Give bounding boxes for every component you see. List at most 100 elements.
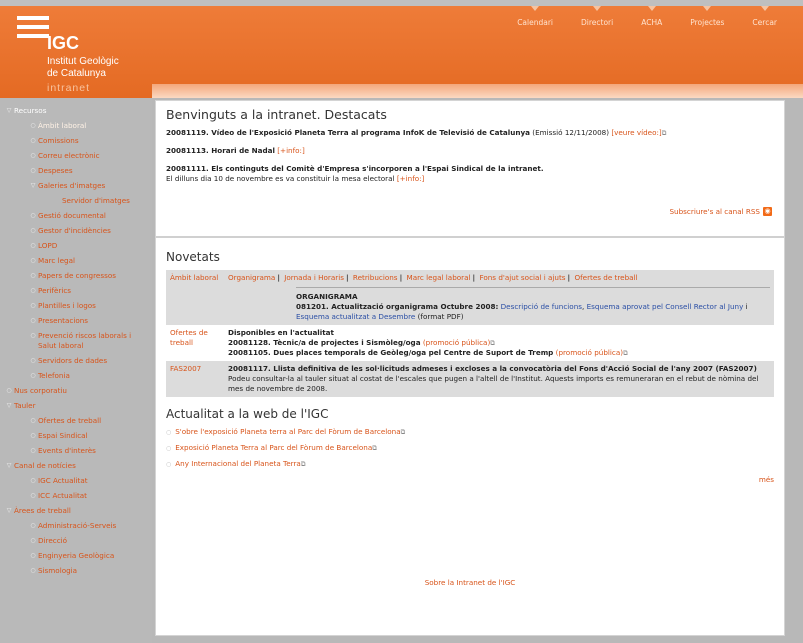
link-marc-legal[interactable]: Marc legal laboral xyxy=(407,273,471,282)
organigrama-block: ORGANIGRAMA 081201. Actualització organi… xyxy=(228,292,770,322)
rss-link[interactable]: Subscriure's al canal RSS ◉ xyxy=(669,207,772,216)
web-news-item[interactable]: ○ Exposició Planeta Terra al Parc del Fòr… xyxy=(166,443,774,454)
sidebar-item[interactable]: ○ Prevenció riscos laborals i Salut labor… xyxy=(0,331,152,351)
bullet-icon: ○ xyxy=(30,432,36,439)
link-descripcio-funcions[interactable]: Descripció de funcions xyxy=(501,302,582,311)
sidebar-item-label: Ofertes de treball xyxy=(38,416,102,425)
sidebar-item[interactable]: Servidor d'imatges xyxy=(0,196,152,206)
sidebar-item[interactable]: ○ Espai Sindical xyxy=(0,431,152,441)
bullet-icon: ○ xyxy=(30,332,36,339)
sidebar-item-label: Perifèrics xyxy=(38,286,72,295)
more-link[interactable]: més xyxy=(166,475,774,484)
sidebar-item-label: ICC Actualitat xyxy=(38,491,87,500)
highlight-item: 20081119. Vídeo de l'Exposició Planeta T… xyxy=(166,128,774,138)
link-ofertes[interactable]: Ofertes de treball xyxy=(574,273,637,282)
sidebar-item-label: Gestió documental xyxy=(38,211,106,220)
triangle-down-icon xyxy=(531,6,540,11)
footer-link[interactable]: Sobre la Intranet de l'IGC xyxy=(156,578,784,587)
link-esquema-aprovat[interactable]: Esquema aprovat pel Consell Rector al Ju… xyxy=(587,302,744,311)
web-news-link[interactable]: S'obre l'exposició Planeta terra al Parc… xyxy=(175,427,400,436)
bullet-icon: ○ xyxy=(30,567,36,574)
sidebar-item[interactable]: ▽ Tauler xyxy=(0,401,152,411)
category-ambit-laboral[interactable]: Àmbit laboral xyxy=(166,270,224,325)
sidebar-item[interactable]: ○ Direcció xyxy=(0,536,152,546)
sidebar-item[interactable]: ○ Telefonia xyxy=(0,371,152,381)
sidebar-item-label: LOPD xyxy=(38,241,58,250)
category-ofertes-treball[interactable]: Ofertes de treball xyxy=(166,325,224,361)
sidebar-item[interactable]: ○ Presentacions xyxy=(0,316,152,326)
sidebar-item[interactable]: ▽ Recursos xyxy=(0,106,152,116)
sidebar-item[interactable]: ▽ Galeries d'imatges xyxy=(0,181,152,191)
link-organigrama[interactable]: Organigrama xyxy=(228,273,275,282)
sidebar-item[interactable]: ○ Plantilles i logos xyxy=(0,301,152,311)
topnav-label: Cercar xyxy=(752,18,777,27)
sidebar-item-label: Correu electrònic xyxy=(38,151,100,160)
sidebar-item[interactable]: ○ Despeses xyxy=(0,166,152,176)
web-news-item[interactable]: ○ S'obre l'exposició Planeta terra al Par… xyxy=(166,427,774,438)
highlight-item: 20081113. Horari de Nadal [+info:] xyxy=(166,146,774,156)
sidebar-item[interactable]: ○ Gestor d'incidències xyxy=(0,226,152,236)
bullet-icon: ○ xyxy=(30,317,36,324)
web-news-link[interactable]: Exposició Planeta Terra al Parc del Fòru… xyxy=(175,443,372,452)
rss-label: Subscriure's al canal RSS xyxy=(669,207,760,216)
sidebar-item[interactable]: ○ Sismologia xyxy=(0,566,152,576)
bullet-icon: ○ xyxy=(30,272,36,279)
topnav-cercar[interactable]: Cercar xyxy=(738,6,791,27)
promocio-link[interactable]: (promoció pública) xyxy=(556,348,623,357)
external-link-icon: ⧉ xyxy=(372,444,377,452)
sidebar-item[interactable]: ○ IGC Actualitat xyxy=(0,476,152,486)
news-item-text: Podeu consultar-la al tauler situat al c… xyxy=(228,374,759,393)
sidebar-item[interactable]: ○ ICC Actualitat xyxy=(0,491,152,501)
bullet-icon: ○ xyxy=(166,429,172,436)
sidebar-item[interactable]: ○ Nus corporatiu xyxy=(0,386,152,396)
sidebar-item[interactable]: ○ Perifèrics xyxy=(0,286,152,296)
link-esquema-actualitzat[interactable]: Esquema actualitzat a Desembre xyxy=(296,312,415,321)
bullet-icon: ○ xyxy=(30,257,36,264)
link-retribucions[interactable]: Retribucions xyxy=(353,273,398,282)
logo[interactable]: IGC Institut Geològic de Catalunya intra… xyxy=(17,16,152,96)
rss-icon: ◉ xyxy=(763,207,772,216)
bullet-icon: ○ xyxy=(6,387,12,394)
sidebar-item[interactable]: ○ Enginyeria Geològica xyxy=(0,551,152,561)
sidebar-item[interactable]: ▽ Àrees de treball xyxy=(0,506,152,516)
web-news-item[interactable]: ○ Any Internacional del Planeta Terra⧉ xyxy=(166,459,774,470)
bullet-icon: ○ xyxy=(30,357,36,364)
sidebar-item-label: Telefonia xyxy=(38,371,70,380)
topnav-directori[interactable]: Directori xyxy=(567,6,627,27)
topnav-calendari[interactable]: Calendari xyxy=(503,6,567,27)
web-news-link[interactable]: Any Internacional del Planeta Terra xyxy=(175,459,301,468)
sidebar-item-label: Plantilles i logos xyxy=(38,301,96,310)
video-link[interactable]: [veure vídeo:] xyxy=(611,128,661,137)
sidebar-item[interactable]: ○ Events d'interès xyxy=(0,446,152,456)
highlight-title: 20081111. Els continguts del Comitè d'Em… xyxy=(166,164,544,173)
sidebar-item[interactable]: ○ Àmbit laboral xyxy=(0,121,152,131)
info-link[interactable]: [+info:] xyxy=(397,174,425,183)
sidebar-item[interactable]: ○ Comissions xyxy=(0,136,152,146)
sidebar-item[interactable]: ○ LOPD xyxy=(0,241,152,251)
bullet-icon: ○ xyxy=(30,122,36,129)
promocio-link[interactable]: (promoció pública) xyxy=(423,338,490,347)
triangle-down-icon xyxy=(703,6,712,11)
sidebar-item[interactable]: ○ Correu electrònic xyxy=(0,151,152,161)
sidebar-item-label: Nus corporatiu xyxy=(14,386,67,395)
sidebar-item[interactable]: ○ Servidors de dades xyxy=(0,356,152,366)
sidebar-item[interactable]: ○ Administració-Serveis xyxy=(0,521,152,531)
category-fas2007[interactable]: FAS2007 xyxy=(166,361,224,397)
bullet-icon: ○ xyxy=(30,152,36,159)
expand-triangle-icon: ▽ xyxy=(6,107,12,114)
sidebar-item[interactable]: ○ Papers de congressos xyxy=(0,271,152,281)
bullet-icon: ○ xyxy=(30,537,36,544)
news-item-title: 20081117. Llista definitiva de les sol·l… xyxy=(228,364,757,373)
table-row: Ofertes de treball Disponibles en l'actu… xyxy=(166,325,774,361)
link-fons-ajut[interactable]: Fons d'ajut social i ajuts xyxy=(479,273,565,282)
info-link[interactable]: [+info:] xyxy=(275,146,305,155)
highlight-text: El dilluns dia 10 de novembre es va cons… xyxy=(166,174,397,183)
sidebar-item[interactable]: ▽ Canal de notícies xyxy=(0,461,152,471)
header: Calendari Directori ACHA Projectes Cerca… xyxy=(0,0,803,98)
sidebar-item[interactable]: ○ Ofertes de treball xyxy=(0,416,152,426)
topnav-projectes[interactable]: Projectes xyxy=(676,6,738,27)
sidebar-item[interactable]: ○ Gestió documental xyxy=(0,211,152,221)
topnav-acha[interactable]: ACHA xyxy=(627,6,676,27)
link-jornada[interactable]: Jornada i Horaris xyxy=(284,273,344,282)
sidebar-item[interactable]: ○ Marc legal xyxy=(0,256,152,266)
